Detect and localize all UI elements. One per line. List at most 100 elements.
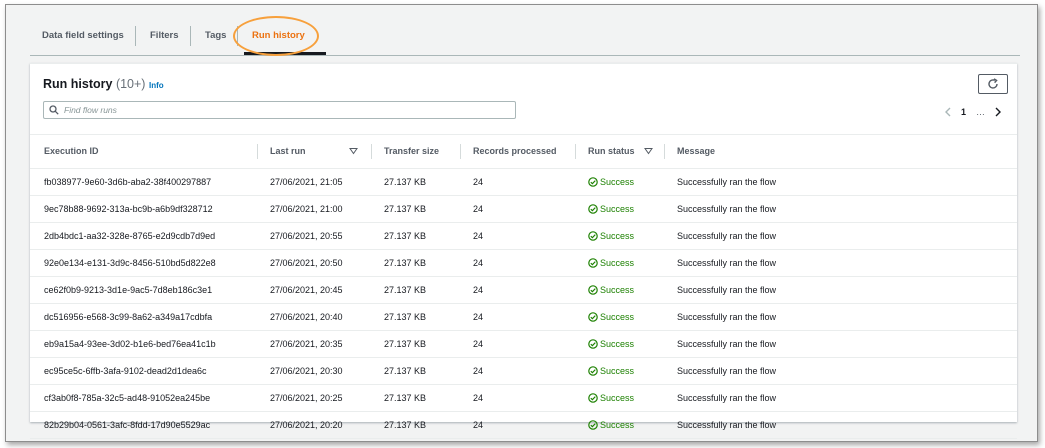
records-processed-cell: 24 xyxy=(473,393,484,403)
message-cell: Successfully ran the flow xyxy=(677,231,777,241)
tab-filters[interactable]: Filters xyxy=(150,17,179,55)
execution-id-cell: 2db4bdc1-aa32-328e-8765-e2d9cdb7d9ed xyxy=(44,231,216,241)
execution-id-cell: ce62f0b9-9213-3d1e-9ac5-7d8eb186c3e1 xyxy=(44,285,213,295)
panel-title: Run history (10+) xyxy=(43,77,145,91)
page-ellipsis: … xyxy=(976,107,985,117)
last-run-cell: 27/06/2021, 20:25 xyxy=(270,393,343,403)
status-label: Success xyxy=(600,285,635,295)
execution-id-cell: 82b29b04-0561-3afc-8fdd-17d90e5529ac xyxy=(44,420,211,430)
transfer-size-cell: 27.137 KB xyxy=(384,393,427,403)
records-processed-cell: 24 xyxy=(473,285,484,295)
records-processed-cell: 24 xyxy=(473,312,484,322)
last-run-cell: 27/06/2021, 20:20 xyxy=(270,420,343,430)
message-cell: Successfully ran the flow xyxy=(677,204,777,214)
column-header-run-status[interactable]: Run status xyxy=(588,135,635,168)
message-cell: Successfully ran the flow xyxy=(677,258,777,268)
column-divider xyxy=(664,144,665,159)
message-cell: Successfully ran the flow xyxy=(677,339,777,349)
run-status-cell: Success xyxy=(588,412,634,438)
records-processed-cell: 24 xyxy=(473,258,484,268)
status-label: Success xyxy=(600,366,635,376)
run-status-cell: Success xyxy=(588,277,634,303)
search-icon xyxy=(49,105,59,115)
tab-data-field-settings[interactable]: Data field settings xyxy=(42,17,124,55)
run-status-cell: Success xyxy=(588,250,634,276)
message-cell: Successfully ran the flow xyxy=(677,177,777,187)
message-cell: Successfully ran the flow xyxy=(677,285,777,295)
status-label: Success xyxy=(600,312,635,322)
transfer-size-cell: 27.137 KB xyxy=(384,366,427,376)
message-cell: Successfully ran the flow xyxy=(677,393,777,403)
table-row: dc516956-e568-3c99-8a62-a349a17cdbfa 27/0… xyxy=(30,304,1017,331)
transfer-size-cell: 27.137 KB xyxy=(384,258,427,268)
column-header-execution-id: Execution ID xyxy=(44,146,99,156)
run-status-cell: Success xyxy=(588,169,634,195)
column-header-last-run[interactable]: Last run xyxy=(270,135,306,168)
execution-id-cell: ec95ce5c-6ffb-3afa-9102-dead2d1dea6c xyxy=(44,366,207,376)
execution-id-cell: 92e0e134-e131-3d9c-8456-510bd5d822e8 xyxy=(44,258,216,268)
column-divider xyxy=(460,144,461,159)
column-divider xyxy=(575,144,576,159)
execution-id-cell: dc516956-e568-3c99-8a62-a349a17cdbfa xyxy=(44,312,213,322)
execution-id-cell: eb9a15a4-93ee-3d02-b1e6-bed76ea41c1b xyxy=(44,339,216,349)
chevron-left-icon[interactable] xyxy=(944,107,951,117)
sort-down-icon[interactable] xyxy=(349,147,358,155)
highlight-annotation xyxy=(233,16,319,56)
success-check-icon xyxy=(588,258,598,268)
status-label: Success xyxy=(600,393,635,403)
tab-divider xyxy=(135,26,136,46)
last-run-cell: 27/06/2021, 20:40 xyxy=(270,312,343,322)
status-label: Success xyxy=(600,204,635,214)
pagination: 1 … xyxy=(939,104,1007,120)
column-header-transfer-size: Transfer size xyxy=(384,146,440,156)
table-row: 9ec78b88-9692-313a-bc9b-a6b9df328712 27/0… xyxy=(30,196,1017,223)
info-link[interactable]: Info xyxy=(149,81,164,90)
tab-tags[interactable]: Tags xyxy=(205,17,226,55)
message-cell: Successfully ran the flow xyxy=(677,312,777,322)
table-row: 2db4bdc1-aa32-328e-8765-e2d9cdb7d9ed 27/0… xyxy=(30,223,1017,250)
transfer-size-cell: 27.137 KB xyxy=(384,285,427,295)
status-label: Success xyxy=(600,231,635,241)
sort-down-icon[interactable] xyxy=(644,147,653,155)
success-check-icon xyxy=(588,312,598,322)
table-row: 82b29b04-0561-3afc-8fdd-17d90e5529ac 27/0… xyxy=(30,412,1017,439)
search-field[interactable] xyxy=(43,101,516,119)
records-processed-cell: 24 xyxy=(473,366,484,376)
run-history-table: Execution ID Last run Transfer size Reco… xyxy=(30,134,1017,439)
run-status-cell: Success xyxy=(588,196,634,222)
column-divider xyxy=(257,144,258,159)
execution-id-cell: fb038977-9e60-3d6b-aba2-38f400297887 xyxy=(44,177,212,187)
table-row: ec95ce5c-6ffb-3afa-9102-dead2d1dea6c 27/0… xyxy=(30,358,1017,385)
run-history-panel: Run history (10+) Info 1 … xyxy=(30,63,1017,439)
success-check-icon xyxy=(588,204,598,214)
last-run-cell: 27/06/2021, 20:55 xyxy=(270,231,343,241)
success-check-icon xyxy=(588,285,598,295)
chevron-right-icon[interactable] xyxy=(995,107,1002,117)
records-processed-cell: 24 xyxy=(473,177,484,187)
run-status-cell: Success xyxy=(588,358,634,384)
panel-title-text: Run history xyxy=(43,77,113,91)
column-header-records-processed: Records processed xyxy=(473,146,557,156)
records-processed-cell: 24 xyxy=(473,231,484,241)
transfer-size-cell: 27.137 KB xyxy=(384,339,427,349)
execution-id-cell: cf3ab0f8-785a-32c5-ad48-91052ea245be xyxy=(44,393,211,403)
success-check-icon xyxy=(588,366,598,376)
execution-id-cell: 9ec78b88-9692-313a-bc9b-a6b9df328712 xyxy=(44,204,213,214)
message-cell: Successfully ran the flow xyxy=(677,366,777,376)
column-divider xyxy=(371,144,372,159)
table-row: ce62f0b9-9213-3d1e-9ac5-7d8eb186c3e1 27/0… xyxy=(30,277,1017,304)
search-input[interactable] xyxy=(64,103,504,117)
run-status-cell: Success xyxy=(588,385,634,411)
refresh-button[interactable] xyxy=(978,74,1008,94)
column-header-message: Message xyxy=(677,146,716,156)
table-body: fb038977-9e60-3d6b-aba2-38f400297887 27/0… xyxy=(30,169,1017,439)
run-status-cell: Success xyxy=(588,223,634,249)
transfer-size-cell: 27.137 KB xyxy=(384,312,427,322)
table-header: Execution ID Last run Transfer size Reco… xyxy=(30,134,1017,169)
run-status-cell: Success xyxy=(588,304,634,330)
page-number-current[interactable]: 1 xyxy=(961,107,966,117)
records-processed-cell: 24 xyxy=(473,204,484,214)
last-run-cell: 27/06/2021, 20:30 xyxy=(270,366,343,376)
records-processed-cell: 24 xyxy=(473,420,484,430)
status-label: Success xyxy=(600,420,635,430)
